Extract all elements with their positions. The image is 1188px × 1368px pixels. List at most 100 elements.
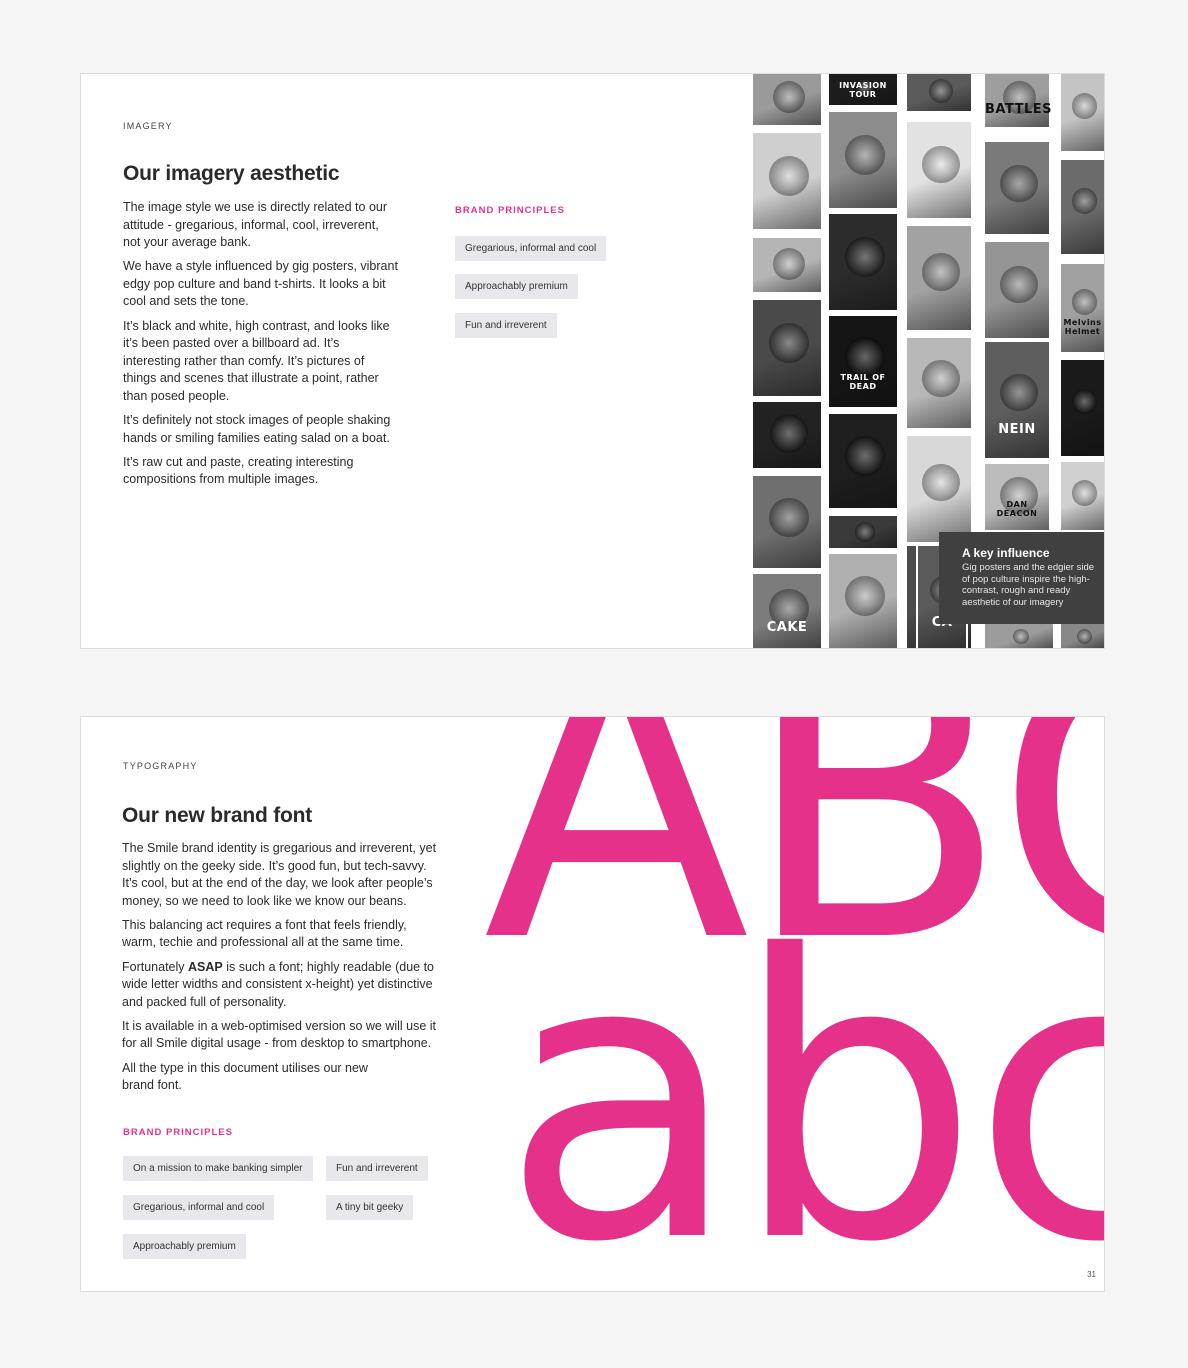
principle-chip: Gregarious, informal and cool: [123, 1195, 275, 1220]
poster-artwork: [922, 359, 960, 398]
poster-artwork: [769, 323, 809, 363]
poster-artwork: [769, 497, 809, 538]
paragraph: It is available in a web-optimised versi…: [122, 1018, 437, 1051]
poster-artwork: [922, 463, 960, 502]
poster-artwork: [1000, 266, 1038, 304]
poster-title: BATTLES: [985, 101, 1053, 117]
paragraph: It’s black and white, high contrast, and…: [123, 318, 390, 403]
poster-artwork: [769, 156, 809, 196]
gig-poster: [1059, 460, 1104, 532]
principle-chip: On a mission to make banking simpler: [123, 1156, 313, 1181]
page-title: Our new brand font: [122, 804, 313, 827]
gig-poster: [751, 236, 823, 294]
gig-poster: [905, 224, 973, 332]
gig-poster: CAKE: [751, 572, 823, 648]
poster-artwork: [922, 146, 960, 184]
caption-body: Gig posters and the edgier side of pop c…: [962, 562, 1095, 608]
poster-artwork: [845, 337, 885, 377]
gig-poster: TRAIL OF DEAD: [827, 314, 899, 409]
gig-poster: [1059, 74, 1104, 153]
principle-chip: Fun and irreverent: [326, 1156, 428, 1181]
gig-poster: [751, 400, 823, 470]
section-label: TYPOGRAPHY: [123, 761, 198, 771]
gig-poster: [751, 74, 823, 127]
gig-poster: [751, 131, 823, 231]
gig-poster: [983, 140, 1051, 236]
gig-poster: [827, 552, 899, 648]
poster-artwork: [1000, 164, 1038, 202]
poster-artwork: [928, 78, 954, 103]
poster-artwork: [1071, 93, 1098, 120]
page-title: Our imagery aesthetic: [123, 162, 340, 185]
paragraph: The Smile brand identity is gregarious a…: [122, 841, 437, 908]
gig-poster: INVASION TOUR: [827, 74, 899, 107]
gig-poster: [1059, 158, 1104, 256]
gig-poster: [751, 474, 823, 570]
gig-poster: [983, 240, 1051, 340]
font-name: ASAP: [188, 959, 223, 974]
brand-principles-title: BRAND PRINCIPLES: [455, 205, 565, 216]
poster-artwork: [1076, 628, 1093, 645]
imagery-page: IMAGERY Our imagery aesthetic The image …: [80, 73, 1105, 649]
poster-artwork: [1000, 373, 1038, 412]
caption-title: A key influence: [962, 546, 1050, 560]
caption-box: A key influence Gig posters and the edgi…: [939, 532, 1104, 624]
paragraph: It’s raw cut and paste, creating interes…: [123, 454, 354, 487]
gig-poster: [1059, 622, 1104, 648]
poster-title: Melvins Helmet: [1063, 318, 1102, 337]
poster-title: DAN DEACON: [996, 500, 1038, 519]
paragraph: The image style we use is directly relat…: [123, 200, 388, 250]
body-copy: The Smile brand identity is gregarious a…: [122, 840, 440, 1101]
poster-artwork: [845, 436, 885, 477]
gig-poster: [905, 120, 973, 220]
principle-chip: Approachably premium: [123, 1234, 246, 1259]
paragraph: We have a style influenced by gig poster…: [123, 259, 398, 309]
page-number: 31: [1087, 1270, 1096, 1279]
poster-title: TRAIL OF DEAD: [840, 372, 886, 391]
paragraph: Fortunately ASAP is such a font; highly …: [122, 959, 440, 1012]
principle-chip: A tiny bit geeky: [326, 1195, 414, 1220]
principle-chip: Gregarious, informal and cool: [455, 236, 607, 261]
gig-poster: BATTLES: [983, 74, 1053, 129]
gig-poster: [827, 412, 899, 510]
poster-artwork: [1071, 479, 1098, 506]
poster-artwork: [845, 135, 885, 175]
gig-poster: DAN DEACON: [983, 462, 1051, 532]
gig-poster: [1059, 358, 1104, 458]
poster-artwork: [845, 237, 885, 277]
font-specimen-lowercase: abc: [501, 873, 1104, 1292]
poster-title: CAKE: [766, 619, 808, 635]
text-run: Fortunately: [122, 959, 189, 974]
paragraph: All the type in this document utilises o…: [122, 1060, 368, 1093]
gig-poster: [827, 212, 899, 312]
poster-artwork: [773, 248, 805, 280]
gig-poster: [905, 336, 973, 430]
gig-poster: [827, 110, 899, 210]
poster-artwork: [855, 522, 875, 543]
poster-artwork: [1013, 628, 1029, 645]
poster-artwork: [1071, 388, 1098, 415]
principle-chip: Fun and irreverent: [455, 313, 557, 338]
poster-artwork: [769, 414, 809, 453]
poster-artwork: [1071, 289, 1098, 316]
gig-poster: NEIN: [983, 340, 1051, 460]
poster-artwork: [845, 576, 885, 617]
poster-title: INVASION TOUR: [839, 80, 887, 99]
poster-artwork: [773, 81, 805, 113]
paragraph: This balancing act requires a font that …: [122, 917, 407, 950]
poster-artwork: [922, 253, 960, 291]
gig-poster: [827, 514, 899, 550]
gig-poster: [905, 74, 973, 113]
paragraph: It’s definitely not stock images of peop…: [123, 413, 391, 445]
poster-title: NEIN: [998, 422, 1036, 438]
gig-poster: [905, 434, 973, 544]
gig-poster: [751, 298, 823, 398]
brand-principles-title: BRAND PRINCIPLES: [123, 1127, 233, 1138]
poster-artwork: [1071, 187, 1098, 214]
typography-page: ABC abc TYPOGRAPHY Our new brand font Th…: [80, 716, 1105, 1292]
body-copy: The image style we use is directly relat…: [123, 199, 398, 495]
gig-poster: [983, 622, 1055, 648]
principle-chip: Approachably premium: [455, 274, 578, 299]
section-label: IMAGERY: [123, 121, 173, 131]
gig-poster: Melvins Helmet: [1059, 262, 1104, 354]
